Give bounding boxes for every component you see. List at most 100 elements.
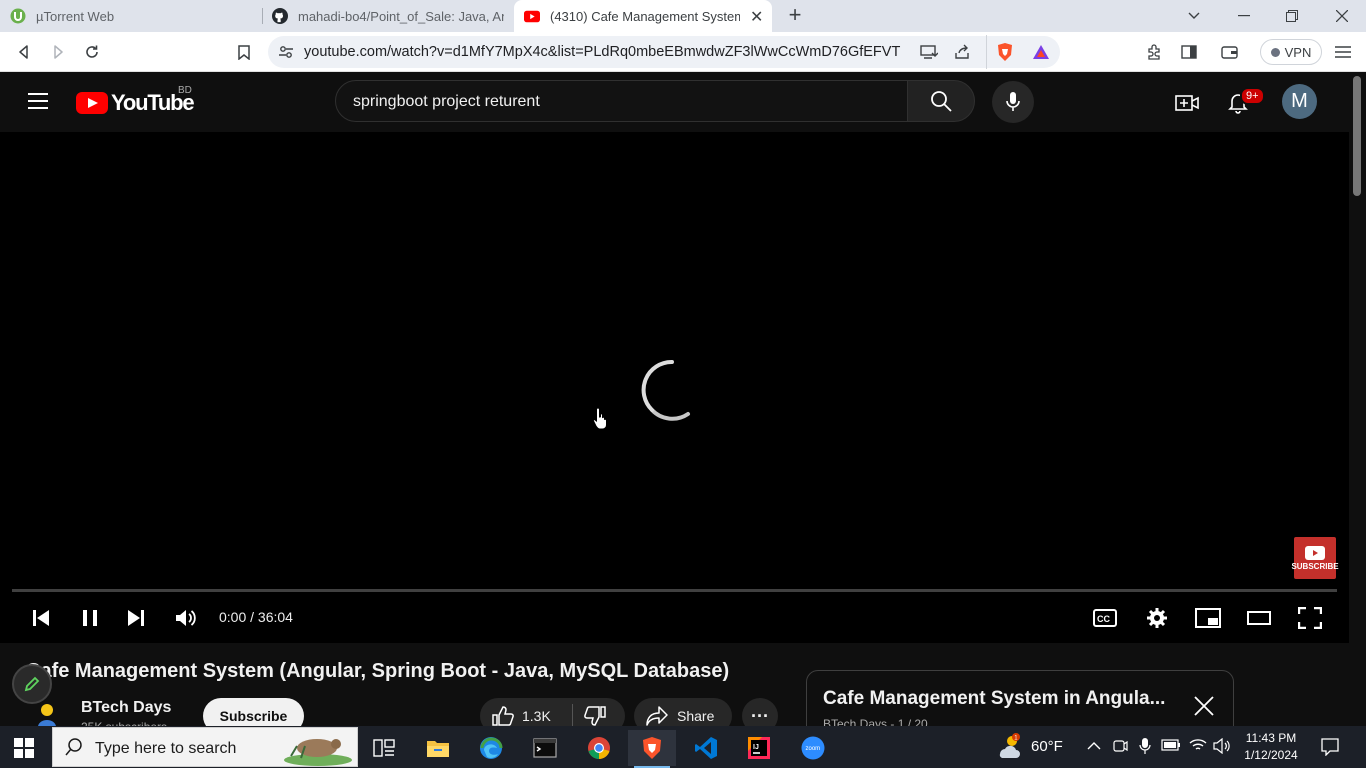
forward-icon[interactable] [46, 40, 70, 64]
volume-button[interactable] [172, 604, 200, 632]
fullscreen-button[interactable] [1296, 604, 1324, 632]
minimize-button[interactable] [1220, 0, 1268, 32]
search-icon [931, 91, 952, 112]
search-button[interactable] [907, 80, 975, 122]
video-player[interactable] [0, 132, 1349, 643]
youtube-masthead: YouTube BD springboot project returent [0, 72, 1349, 132]
next-icon [128, 610, 144, 626]
site-info-icon[interactable] [278, 44, 294, 65]
windows-start-icon[interactable] [14, 738, 34, 758]
back-icon[interactable] [12, 40, 36, 64]
bookmark-icon[interactable] [232, 40, 256, 64]
menu-icon[interactable] [1331, 40, 1355, 64]
browser-tab-strip: µTorrent Web mahadi-bo4/Point_of_Sale: J… [0, 0, 1366, 32]
progress-bar[interactable] [12, 589, 1337, 592]
microphone-icon [1006, 92, 1020, 111]
share-page-icon[interactable] [954, 44, 970, 65]
reload-icon[interactable] [80, 40, 104, 64]
close-window-button[interactable] [1318, 0, 1366, 32]
svg-text:IJ: IJ [753, 744, 759, 751]
gear-icon [1147, 608, 1167, 628]
microphone-icon[interactable] [1139, 738, 1151, 758]
divider [572, 704, 573, 728]
channel-avatar[interactable] [30, 700, 64, 726]
speaker-icon[interactable] [1213, 737, 1231, 758]
miniplayer-button[interactable] [1194, 604, 1222, 632]
svg-text:CC: CC [1097, 614, 1110, 624]
close-icon[interactable] [1193, 695, 1219, 721]
subscribe-watermark[interactable]: SUBSCRIBE [1291, 537, 1339, 579]
github-icon [272, 8, 288, 24]
brave-rewards-icon[interactable] [1032, 44, 1050, 65]
share-label: Share [677, 708, 715, 724]
close-tab-icon[interactable]: ✕ [750, 7, 763, 27]
channel-name[interactable]: BTech Days [81, 699, 171, 717]
zoom-icon[interactable]: zoom [789, 730, 837, 766]
extensions-icon[interactable] [1142, 40, 1166, 64]
restore-button[interactable] [1268, 0, 1316, 32]
wifi-icon[interactable] [1189, 738, 1207, 756]
playlist-title[interactable]: Cafe Management System in Angula... [823, 688, 1183, 710]
fullscreen-icon [1298, 607, 1322, 629]
theater-mode-button[interactable] [1245, 604, 1273, 632]
previous-button[interactable] [27, 604, 55, 632]
terminal-icon[interactable] [521, 730, 569, 766]
youtube-logo[interactable]: YouTube BD [76, 85, 195, 116]
chrome-icon[interactable] [575, 730, 623, 766]
new-tab-button[interactable]: + [784, 4, 806, 28]
meet-now-icon[interactable] [1112, 738, 1128, 758]
country-code: BD [178, 85, 192, 96]
address-bar[interactable]: youtube.com/watch?v=d1MfY7MpX4c&list=PLd… [268, 35, 1060, 69]
file-explorer-icon[interactable] [414, 730, 462, 766]
pause-icon [83, 610, 97, 626]
task-view-icon[interactable] [360, 730, 408, 766]
brave-shields-icon[interactable] [996, 42, 1014, 67]
tab-title: µTorrent Web [36, 8, 115, 24]
more-icon: ··· [751, 705, 769, 726]
brave-browser-icon[interactable] [628, 730, 676, 768]
tab-youtube[interactable]: (4310) Cafe Management System ✕ [514, 0, 772, 32]
edge-browser-icon[interactable] [467, 730, 515, 766]
wallet-icon[interactable] [1217, 40, 1241, 64]
vpn-label: VPN [1284, 44, 1312, 60]
install-app-icon[interactable] [920, 44, 939, 65]
tab-utorrent[interactable]: µTorrent Web [0, 0, 258, 32]
scrollbar-thumb[interactable] [1353, 76, 1361, 196]
show-hidden-icons-icon[interactable] [1087, 738, 1101, 755]
search-icon [65, 738, 83, 761]
tab-title: (4310) Cafe Management System [550, 8, 740, 24]
utorrent-icon [10, 8, 26, 24]
watermark-text: SUBSCRIBE [1291, 561, 1339, 571]
annotate-button[interactable] [12, 664, 52, 704]
vpn-button[interactable]: VPN [1260, 39, 1322, 65]
svg-text:zoom: zoom [806, 746, 821, 752]
intellij-idea-icon[interactable]: IJ [735, 730, 783, 766]
weather-temperature: 60°F [1031, 738, 1063, 755]
pause-button[interactable] [76, 604, 104, 632]
avatar[interactable]: M [1282, 84, 1317, 119]
next-button[interactable] [122, 604, 150, 632]
search-query: springboot project returent [353, 93, 540, 110]
create-video-icon[interactable] [1174, 90, 1200, 116]
tab-github[interactable]: mahadi-bo4/Point_of_Sale: Java, Angu [262, 0, 514, 32]
miniplayer-icon [1195, 608, 1221, 628]
settings-button[interactable] [1143, 604, 1171, 632]
vscode-icon[interactable] [682, 730, 730, 766]
taskbar-search-input[interactable]: Type here to search [52, 727, 358, 767]
search-input[interactable]: springboot project returent [335, 80, 908, 122]
closed-captions-icon: CC [1093, 609, 1117, 627]
search-highlight-icon [281, 730, 355, 768]
page-scrollbar[interactable] [1349, 72, 1366, 726]
hand-cursor-icon [592, 407, 607, 430]
voice-search-button[interactable] [992, 81, 1034, 123]
battery-icon[interactable] [1161, 738, 1181, 755]
tab-search-icon[interactable] [1170, 0, 1218, 32]
system-clock[interactable]: 11:43 PM 1/12/2024 [1236, 730, 1306, 764]
notification-center-icon[interactable] [1321, 738, 1339, 761]
weather-icon[interactable]: 1 [996, 732, 1024, 765]
captions-button[interactable]: CC [1091, 604, 1119, 632]
hamburger-menu-icon[interactable] [28, 93, 48, 114]
loading-spinner-icon [641, 359, 690, 421]
time-display: 0:00 / 36:04 [219, 609, 293, 625]
sidebar-icon[interactable] [1177, 40, 1201, 64]
